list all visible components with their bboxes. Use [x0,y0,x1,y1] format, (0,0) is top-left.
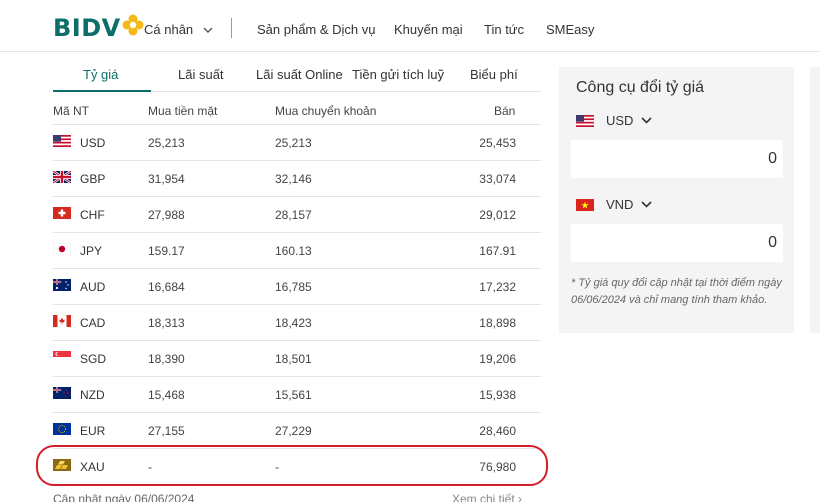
currency-code: SGD [80,352,107,366]
transfer-buy-value: 27,229 [275,424,312,438]
from-amount-field[interactable] [571,140,783,178]
au-flag-icon [53,279,71,291]
from-currency-label: USD [606,113,634,128]
table-row: CAD 18,313 18,423 18,898 [53,304,541,340]
table-row: CHF 27,988 28,157 29,012 [53,196,541,232]
chevron-right-icon: › [518,492,523,502]
chevron-down-icon [641,117,653,124]
active-tab-underline [53,90,151,92]
transfer-buy-value: 32,146 [275,172,312,186]
site-header: BIDV Cá nhân Sản phẩm & Dịch vụ Khuyến m… [0,0,820,52]
currency-code: EUR [80,424,106,438]
tab-exchange-rate[interactable]: Tỷ giá [83,67,118,82]
transfer-buy-value: 18,501 [275,352,312,366]
sell-value: 19,206 [479,352,516,366]
last-updated: Cập nhật ngày 06/06/2024 [53,492,195,502]
cash-buy-value: 16,684 [148,280,185,294]
cash-buy-value: 159.17 [148,244,185,258]
us-flag-icon [576,114,594,127]
sell-value: 17,232 [479,280,516,294]
sg-flag-icon [53,351,71,363]
logo-flower-icon [122,14,144,36]
nav-personal[interactable]: Cá nhân [144,22,213,37]
vn-flag-icon [576,198,594,211]
chevron-down-icon [641,201,653,208]
col-header-transfer: Mua chuyển khoản [275,104,377,118]
table-row: NZD 15,468 15,561 15,938 [53,376,541,412]
currency-code: NZD [80,388,105,402]
nav-products[interactable]: Sản phẩm & Dịch vụ [257,22,376,37]
currency-code: USD [80,136,106,150]
sell-value: 18,898 [479,316,516,330]
us-flag-icon [53,135,71,147]
header-divider [231,18,232,38]
nz-flag-icon [53,387,71,399]
converter-title: Công cụ đổi tỷ giá [576,79,705,96]
sell-value: 28,460 [479,424,516,438]
cash-buy-value: 25,213 [148,136,185,150]
col-header-sell: Bán [494,104,516,118]
tab-interest-rate[interactable]: Lãi suất [178,67,224,82]
sell-value: 29,012 [479,208,516,222]
transfer-buy-value: 18,423 [275,316,312,330]
tab-online-interest[interactable]: Lãi suất Online [256,67,343,82]
view-details-link[interactable]: Xem chi tiết › [452,492,522,502]
col-header-cash: Mua tiền mặt [148,104,218,118]
uk-flag-icon [53,171,71,183]
view-details-label: Xem chi tiết [452,492,515,502]
eu-flag-icon [53,423,71,435]
nav-personal-label: Cá nhân [144,22,194,37]
transfer-buy-value: 160.13 [275,244,312,258]
to-currency-select[interactable]: VND [576,197,653,212]
cash-buy-value: 15,468 [148,388,185,402]
col-header-code: Mã NT [53,104,89,118]
tab-savings[interactable]: Tiền gửi tích luỹ [352,67,444,82]
transfer-buy-value: 25,213 [275,136,312,150]
transfer-buy-value: 15,561 [275,388,312,402]
chevron-down-icon [203,27,213,33]
cash-buy-value: 27,155 [148,424,185,438]
nav-news[interactable]: Tin tức [484,22,524,37]
sell-value: 15,938 [479,388,516,402]
currency-code: CAD [80,316,106,330]
sell-value: 167.91 [479,244,516,258]
nav-promotions[interactable]: Khuyến mại [394,22,463,37]
table-row: EUR 27,155 27,229 28,460 [53,412,541,448]
table-row: AUD 16,684 16,785 17,232 [53,268,541,304]
currency-code: AUD [80,280,106,294]
converter-note: * Tỷ giá quy đổi cập nhật tại thời điểm … [571,277,782,306]
tab-fees[interactable]: Biểu phí [470,67,518,82]
to-amount-input[interactable] [571,224,783,262]
table-row: JPY 159.17 160.13 167.91 [53,232,541,268]
to-currency-label: VND [606,197,634,212]
jp-flag-icon [53,243,71,255]
cash-buy-value: 31,954 [148,172,185,186]
ca-flag-icon [53,315,71,327]
currency-code: JPY [80,244,103,258]
currency-code: CHF [80,208,105,222]
table-row: GBP 31,954 32,146 33,074 [53,160,541,196]
bidv-logo[interactable]: BIDV [53,13,144,43]
cash-buy-value: 18,313 [148,316,185,330]
cash-buy-value: 27,988 [148,208,185,222]
from-amount-input[interactable] [571,140,783,178]
currency-code: GBP [80,172,106,186]
ch-flag-icon [53,207,71,219]
adjacent-panel-edge [810,67,820,333]
rate-tabs: Tỷ giá Lãi suất Lãi suất Online Tiền gửi… [53,60,541,92]
from-currency-select[interactable]: USD [576,113,653,128]
sell-value: 25,453 [479,136,516,150]
xau-highlight-ellipse [36,445,548,486]
cash-buy-value: 18,390 [148,352,185,366]
to-amount-field[interactable] [571,224,783,262]
transfer-buy-value: 16,785 [275,280,312,294]
nav-smeasy[interactable]: SMEasy [546,22,594,37]
sell-value: 33,074 [479,172,516,186]
transfer-buy-value: 28,157 [275,208,312,222]
table-row: SGD 18,390 18,501 19,206 [53,340,541,376]
table-row: USD 25,213 25,213 25,453 [53,124,541,160]
currency-converter: Công cụ đổi tỷ giá USD VND * Tỷ giá quy … [559,67,794,333]
logo-text: BIDV [53,14,121,42]
